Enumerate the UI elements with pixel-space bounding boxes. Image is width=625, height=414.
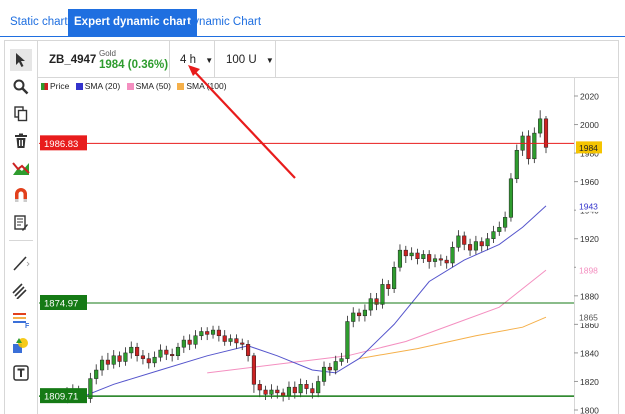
price-swatch (41, 83, 48, 90)
parallel-lines-icon[interactable] (10, 279, 32, 301)
separator (214, 40, 215, 78)
svg-text:F: F (25, 323, 30, 328)
sma20-swatch (75, 83, 83, 90)
units-value: 100 U (226, 54, 257, 66)
legend-label: SMA (50) (135, 81, 171, 91)
line-tool-icon[interactable] (10, 252, 32, 274)
tab-static-chart[interactable]: Static chart (4, 9, 74, 37)
separator (275, 40, 276, 78)
units-dropdown[interactable]: 100 U ▼ (226, 54, 274, 66)
symbol-code: ZB_4947 (49, 54, 97, 66)
price-change: 1984 (0.36%) (99, 59, 169, 71)
magnet-icon[interactable] (10, 184, 32, 206)
legend-item-price[interactable]: Price (41, 81, 69, 91)
drawing-toolbar: F (4, 40, 38, 414)
copy-icon[interactable] (10, 103, 32, 125)
sma50-swatch (126, 83, 134, 90)
zoom-icon[interactable] (10, 76, 32, 98)
chart-frame (4, 40, 619, 414)
chevron-down-icon: ▼ (205, 56, 214, 65)
legend-label: SMA (100) (186, 81, 227, 91)
chart-legend: Price SMA (20) SMA (50) SMA (100) (41, 81, 231, 93)
legend-item-sma100[interactable]: SMA (100) (177, 81, 227, 91)
notes-icon[interactable] (10, 212, 32, 234)
fibonacci-icon[interactable]: F (10, 308, 32, 330)
cursor-icon[interactable] (10, 49, 32, 71)
toolbar-divider (9, 240, 33, 241)
sma100-swatch (177, 83, 185, 90)
legend-label: SMA (20) (84, 81, 121, 91)
tab-expert-dynamic-chart[interactable]: Expert dynamic chart (68, 9, 197, 37)
shapes-icon[interactable] (10, 334, 32, 356)
instrument-bar: ZB_4947 Gold 1984 (0.36%) 4 h ▼ 100 U ▼ (38, 40, 618, 78)
instrument-name: Gold (99, 49, 116, 58)
legend-item-sma50[interactable]: SMA (50) (126, 81, 171, 91)
tab-dynamic-chart[interactable]: Dynamic Chart (179, 9, 267, 37)
trash-icon[interactable] (10, 130, 32, 152)
text-tool-icon[interactable] (10, 362, 32, 384)
timeframe-dropdown[interactable]: 4 h ▼ (180, 54, 213, 66)
timeframe-value: 4 h (180, 54, 196, 66)
chevron-down-icon: ▼ (265, 56, 274, 65)
legend-item-sma20[interactable]: SMA (20) (75, 81, 121, 91)
chart-tabs: Static chart Expert dynamic chart Dynami… (0, 0, 625, 37)
separator (169, 40, 170, 78)
legend-label: Price (50, 81, 70, 91)
chart-type-icon[interactable] (10, 157, 32, 179)
